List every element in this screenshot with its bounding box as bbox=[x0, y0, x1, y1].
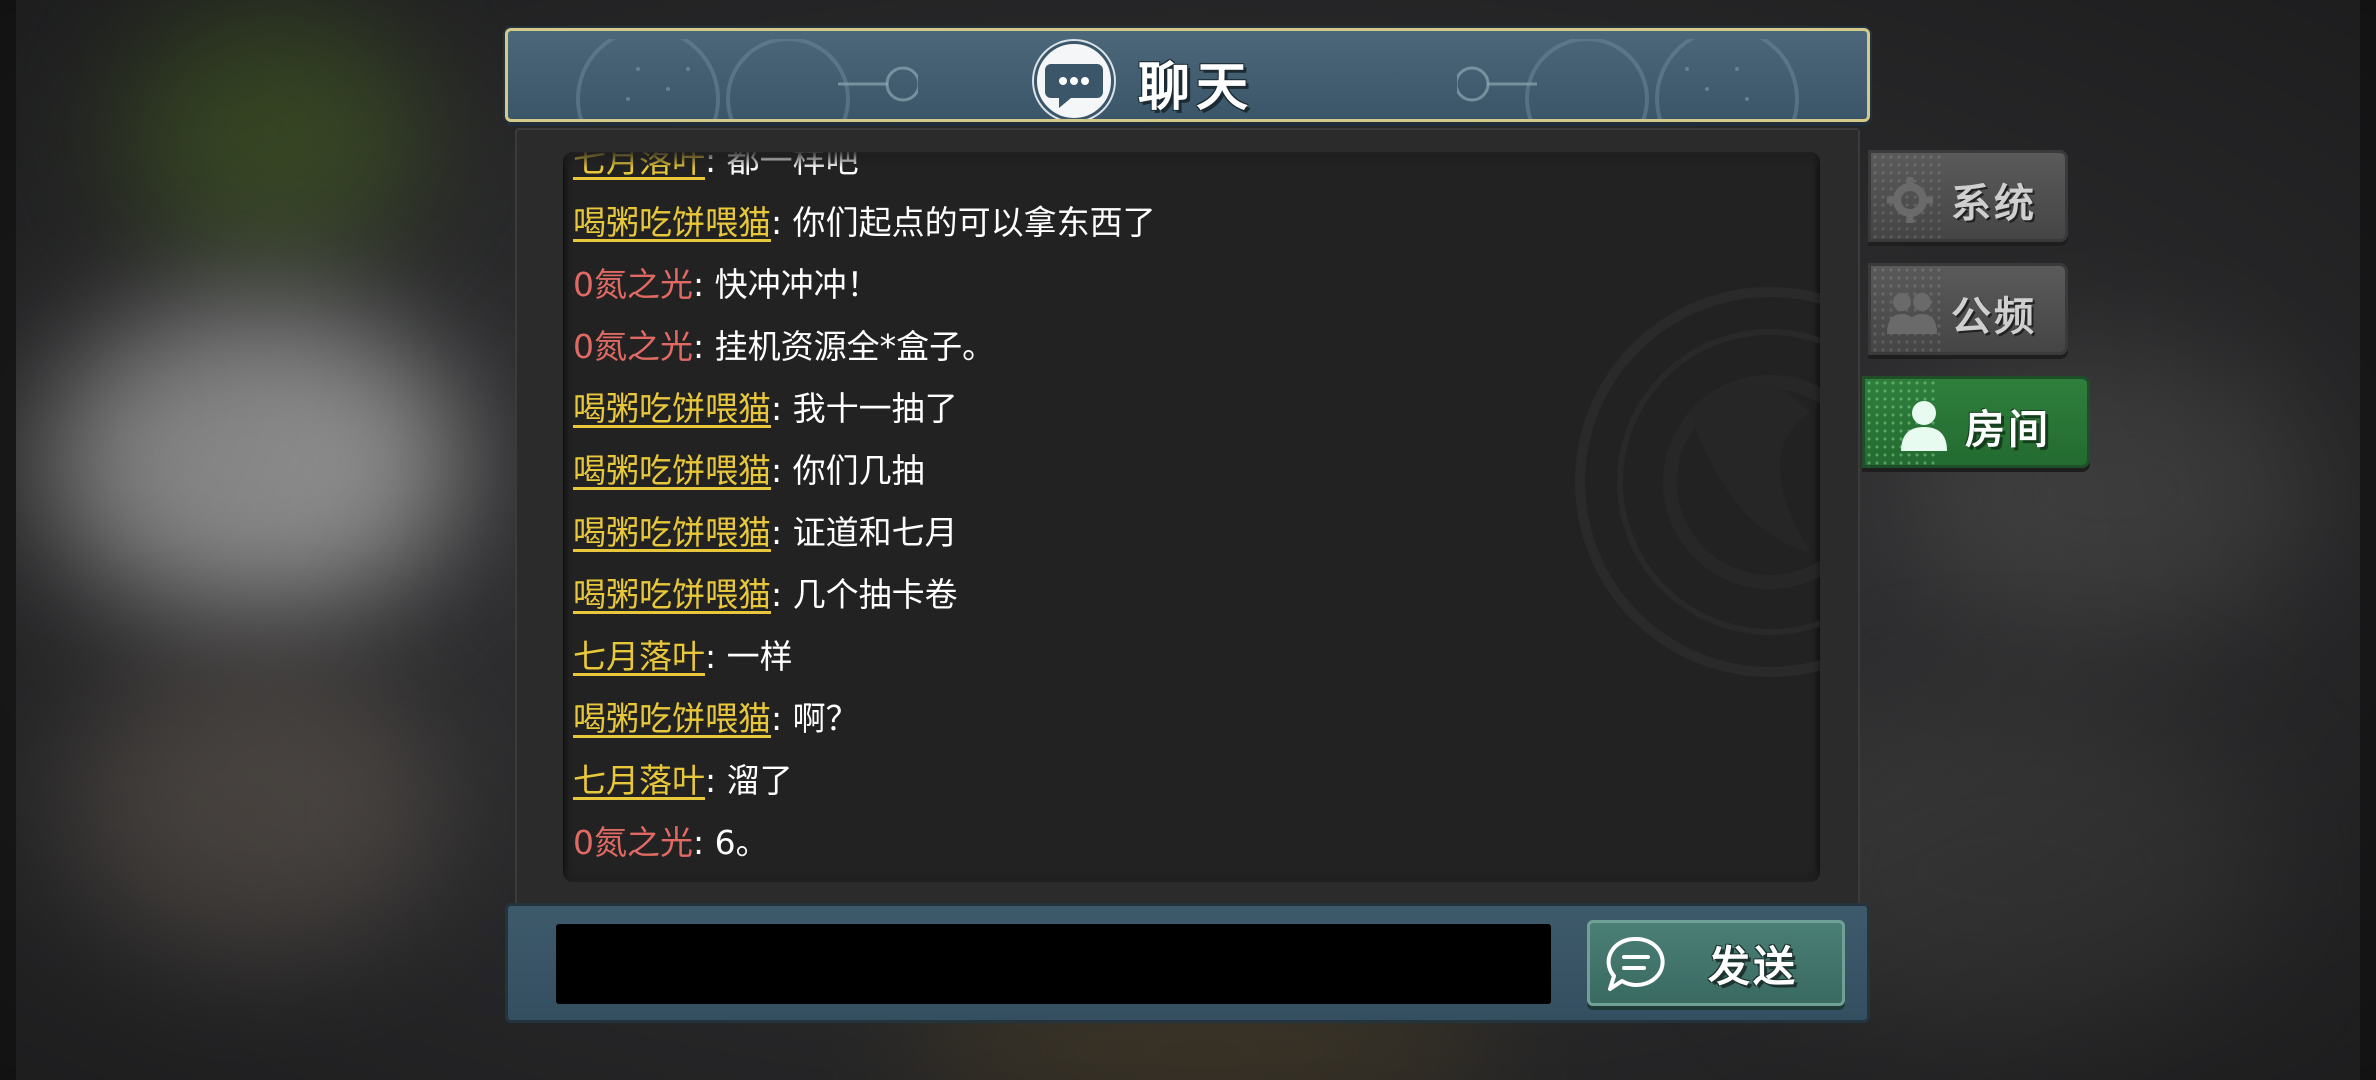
message-text: : 6。 bbox=[693, 823, 769, 862]
list-item: 0氮之光: 挂机资源全*盒子。 bbox=[573, 316, 1156, 378]
username-link[interactable]: 喝粥吃饼喂猫 bbox=[573, 203, 771, 242]
tab-label: 房间 bbox=[1965, 407, 2051, 453]
input-bar: 发送 bbox=[505, 903, 1870, 1023]
list-item: 喝粥吃饼喂猫: 几个抽卡卷 bbox=[573, 564, 1156, 626]
username-link[interactable]: 七月落叶 bbox=[573, 637, 705, 676]
message-list[interactable]: 七月落叶: 都一样吧 喝粥吃饼喂猫: 你们起点的可以拿东西了 0氮之光: 快冲冲… bbox=[563, 152, 1820, 882]
message-text: : 几个抽卡卷 bbox=[771, 575, 958, 614]
tab-system[interactable]: 系统 bbox=[1868, 150, 2068, 242]
chat-bubble-icon bbox=[1034, 41, 1114, 119]
list-item: 喝粥吃饼喂猫: 你们几抽 bbox=[573, 440, 1156, 502]
list-item: 喝粥吃饼喂猫: 啊？ bbox=[573, 688, 1156, 750]
username-link[interactable]: 喝粥吃饼喂猫 bbox=[573, 513, 771, 552]
message-text: : 我十一抽了 bbox=[771, 389, 958, 428]
message-text: : 快冲冲冲！ bbox=[693, 265, 880, 304]
tab-label: 系统 bbox=[1951, 181, 2037, 227]
list-item: 0氮之光: 6。 bbox=[573, 812, 1156, 874]
list-item: 喝粥吃饼喂猫: 证道和七月 bbox=[573, 502, 1156, 564]
message-text: : 啊？ bbox=[771, 699, 859, 738]
username: 0氮之光 bbox=[573, 327, 693, 366]
chat-input[interactable] bbox=[556, 924, 1551, 1004]
send-label: 发送 bbox=[1708, 942, 1799, 991]
username-link[interactable]: 喝粥吃饼喂猫 bbox=[573, 389, 771, 428]
username: 0氮之光 bbox=[573, 265, 693, 304]
title-bar: 聊天 bbox=[505, 28, 1870, 122]
username-link[interactable]: 喝粥吃饼喂猫 bbox=[573, 451, 771, 490]
chat-window: 聊天 七月落叶: 都一样吧 喝粥吃饼喂猫: 你们起点的可以拿东西了 0氮之光: … bbox=[505, 28, 1870, 1023]
tab-public[interactable]: 公频 bbox=[1868, 263, 2068, 355]
tab-label: 公频 bbox=[1951, 294, 2037, 340]
list-item: 七月落叶: 一样 bbox=[573, 626, 1156, 688]
bottom-fade bbox=[563, 866, 1820, 882]
message-panel: 七月落叶: 都一样吧 喝粥吃饼喂猫: 你们起点的可以拿东西了 0氮之光: 快冲冲… bbox=[515, 128, 1860, 906]
message-text: : 你们几抽 bbox=[771, 451, 925, 490]
list-item: 喝粥吃饼喂猫: 你们起点的可以拿东西了 bbox=[573, 192, 1156, 254]
list-item: 七月落叶: 溜了 bbox=[573, 750, 1156, 812]
page-title: 聊天 bbox=[1138, 58, 1255, 118]
message-text: : 挂机资源全*盒子。 bbox=[693, 327, 996, 366]
username-link[interactable]: 喝粥吃饼喂猫 bbox=[573, 575, 771, 614]
user-icon bbox=[1901, 401, 1947, 451]
send-button[interactable]: 发送 bbox=[1587, 920, 1845, 1006]
messages: 七月落叶: 都一样吧 喝粥吃饼喂猫: 你们起点的可以拿东西了 0氮之光: 快冲冲… bbox=[573, 152, 1156, 874]
message-text: : 溜了 bbox=[705, 761, 793, 800]
username: 0氮之光 bbox=[573, 823, 693, 862]
message-text: : 你们起点的可以拿东西了 bbox=[771, 203, 1156, 242]
username-link[interactable]: 喝粥吃饼喂猫 bbox=[573, 699, 771, 738]
emblem-watermark bbox=[1575, 287, 1820, 677]
message-text: : 一样 bbox=[705, 637, 793, 676]
gear-icon bbox=[1887, 177, 1933, 223]
title-ornament-left bbox=[576, 39, 918, 119]
tab-room[interactable]: 房间 bbox=[1862, 376, 2090, 468]
list-item: 喝粥吃饼喂猫: 我十一抽了 bbox=[573, 378, 1156, 440]
list-item: 0氮之光: 快冲冲冲！ bbox=[573, 254, 1156, 316]
username-link[interactable]: 七月落叶 bbox=[573, 761, 705, 800]
message-text: : 证道和七月 bbox=[771, 513, 958, 552]
group-icon bbox=[1887, 293, 1937, 334]
speech-bubble-icon bbox=[1606, 936, 1665, 991]
title-ornament-right bbox=[1457, 39, 1799, 119]
top-fade bbox=[563, 152, 1820, 168]
